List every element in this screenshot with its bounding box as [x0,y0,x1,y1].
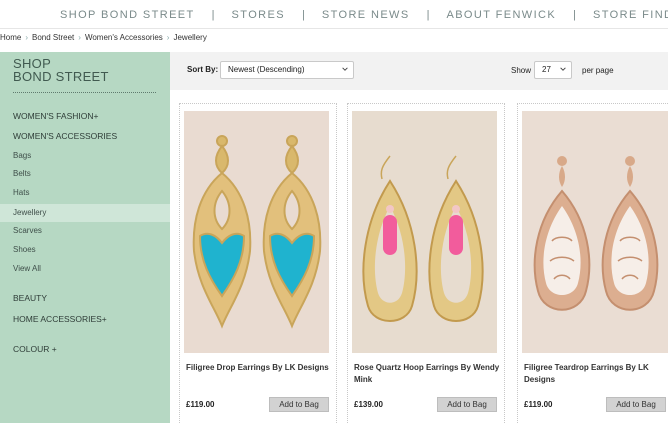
product-price: £139.00 [354,400,383,409]
add-to-bag-button[interactable]: Add to Bag [606,397,666,412]
nav-shop-bond-street[interactable]: SHOP BOND STREET [60,9,195,21]
sidebar-item-shoes[interactable]: Shoes [0,242,170,258]
product-name[interactable]: Filigree Drop Earrings By LK Designs [186,362,332,374]
breadcrumb-bond-street[interactable]: Bond Street [32,33,74,42]
product-image-rose-gold-teardrops[interactable] [522,111,668,353]
sidebar-title: SHOP BOND STREET [13,57,153,83]
sidebar-divider [13,92,156,93]
top-navigation: SHOP BOND STREET | STORES | STORE NEWS |… [0,0,668,30]
product-card[interactable]: Filigree Teardrop Earrings By LK Designs… [517,103,668,423]
earring-illustration [184,111,329,353]
chevron-right-icon: › [166,32,170,42]
sidebar-item-home-accessories[interactable]: HOME ACCESSORIES+ [0,311,170,327]
sidebar-item-bags[interactable]: Bags [0,148,170,164]
sidebar-item-beauty[interactable]: BEAUTY [0,290,170,306]
product-price: £119.00 [186,400,215,409]
product-image-rose-quartz-hoops[interactable] [352,111,497,353]
nav-store-news[interactable]: STORE NEWS [322,9,410,21]
nav-stores[interactable]: STORES [232,9,285,21]
nav-separator: | [426,9,430,21]
add-to-bag-button[interactable]: Add to Bag [437,397,497,412]
product-card[interactable]: Rose Quartz Hoop Earrings By Wendy Mink … [347,103,505,423]
nav-about-fenwick[interactable]: ABOUT FENWICK [446,9,556,21]
product-name[interactable]: Filigree Teardrop Earrings By LK Designs [524,362,664,386]
earring-illustration [522,111,668,353]
sort-select-value: Newest (Descending) [228,65,305,74]
chevron-down-icon [560,67,566,71]
product-name[interactable]: Rose Quartz Hoop Earrings By Wendy Mink [354,362,500,386]
category-sidebar: SHOP BOND STREET WOMEN'S FASHION+ WOMEN'… [0,52,170,423]
earring-illustration [352,111,497,353]
sidebar-item-jewellery[interactable]: Jewellery [0,204,170,222]
sidebar-title-line2: BOND STREET [13,69,109,84]
sidebar-item-womens-fashion[interactable]: WOMEN'S FASHION+ [0,108,170,124]
breadcrumb: Home › Bond Street › Women's Accessories… [0,31,207,43]
sidebar-item-hats[interactable]: Hats [0,185,170,201]
product-image-turquoise-earrings[interactable] [184,111,329,353]
sidebar-item-view-all[interactable]: View All [0,261,170,277]
nav-store-finder[interactable]: STORE FINDER [593,9,668,21]
per-page-select[interactable]: 27 [534,61,572,79]
breadcrumb-home[interactable]: Home [0,33,21,42]
sidebar-item-colour[interactable]: COLOUR + [0,341,170,357]
sort-select[interactable]: Newest (Descending) [220,61,354,79]
sidebar-item-womens-accessories[interactable]: WOMEN'S ACCESSORIES [0,128,170,144]
sort-toolbar: Sort By: Newest (Descending) Show 27 per… [170,52,668,90]
chevron-down-icon [342,67,348,71]
per-page-label: per page [582,66,614,75]
sort-label: Sort By: [187,65,219,74]
show-label: Show [511,66,532,75]
sidebar-item-scarves[interactable]: Scarves [0,223,170,239]
breadcrumb-jewellery[interactable]: Jewellery [173,33,206,42]
chevron-right-icon: › [25,32,29,42]
nav-divider [0,28,668,29]
breadcrumb-womens-accessories[interactable]: Women's Accessories [85,33,163,42]
sidebar-item-belts[interactable]: Belts [0,166,170,182]
chevron-right-icon: › [78,32,81,42]
nav-separator: | [211,9,215,21]
per-page-select-value: 27 [542,65,551,74]
top-nav-items: SHOP BOND STREET | STORES | STORE NEWS |… [60,9,668,21]
add-to-bag-button[interactable]: Add to Bag [269,397,329,412]
product-card[interactable]: Filigree Drop Earrings By LK Designs £11… [179,103,337,423]
product-price: £119.00 [524,400,553,409]
nav-separator: | [573,9,576,21]
nav-separator: | [301,9,305,21]
